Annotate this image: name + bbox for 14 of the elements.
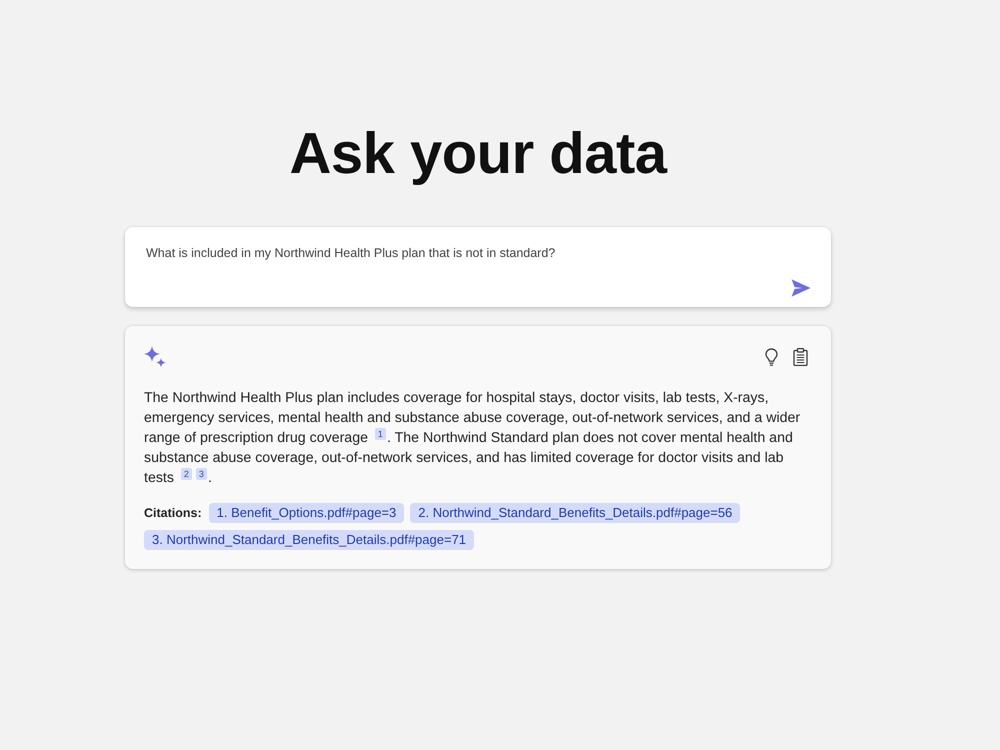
clipboard-icon[interactable] bbox=[793, 348, 808, 366]
citation-link[interactable]: 3 bbox=[196, 468, 207, 480]
question-input[interactable]: What is included in my Northwind Health Plus plan that is not in standard? bbox=[146, 245, 811, 262]
citation-link[interactable]: 3. Northwind_Standard_Benefits_Details.pdf#page=71 bbox=[144, 530, 474, 550]
page-title: Ask your data bbox=[288, 120, 668, 188]
citation-link[interactable]: 2. Northwind_Standard_Benefits_Details.pdf#page=56 bbox=[410, 503, 740, 523]
answer-text: The Northwind Health Plus plan includes coverage for hospital stays, doctor visits, lab tests, X-rays, emergency services, mental health and substance abuse coverage, out-of-network services, and a wider range of prescription drug coverage 1 . The Northwind Standard plan does not cover mental health and substance abuse coverage, out-of-network services, and has limited coverage for doctor visits and lab tests 2 3 . bbox=[144, 389, 802, 488]
lightbulb-icon[interactable] bbox=[765, 348, 778, 366]
citation-link[interactable]: 2 bbox=[180, 468, 192, 480]
citation-link[interactable]: 1 bbox=[374, 428, 386, 440]
citations-label: Citations: bbox=[144, 506, 202, 520]
send-icon[interactable] bbox=[791, 279, 811, 297]
sparkle-icon bbox=[144, 346, 166, 368]
citation-link[interactable]: 1. Benefit_Options.pdf#page=3 bbox=[208, 503, 404, 523]
